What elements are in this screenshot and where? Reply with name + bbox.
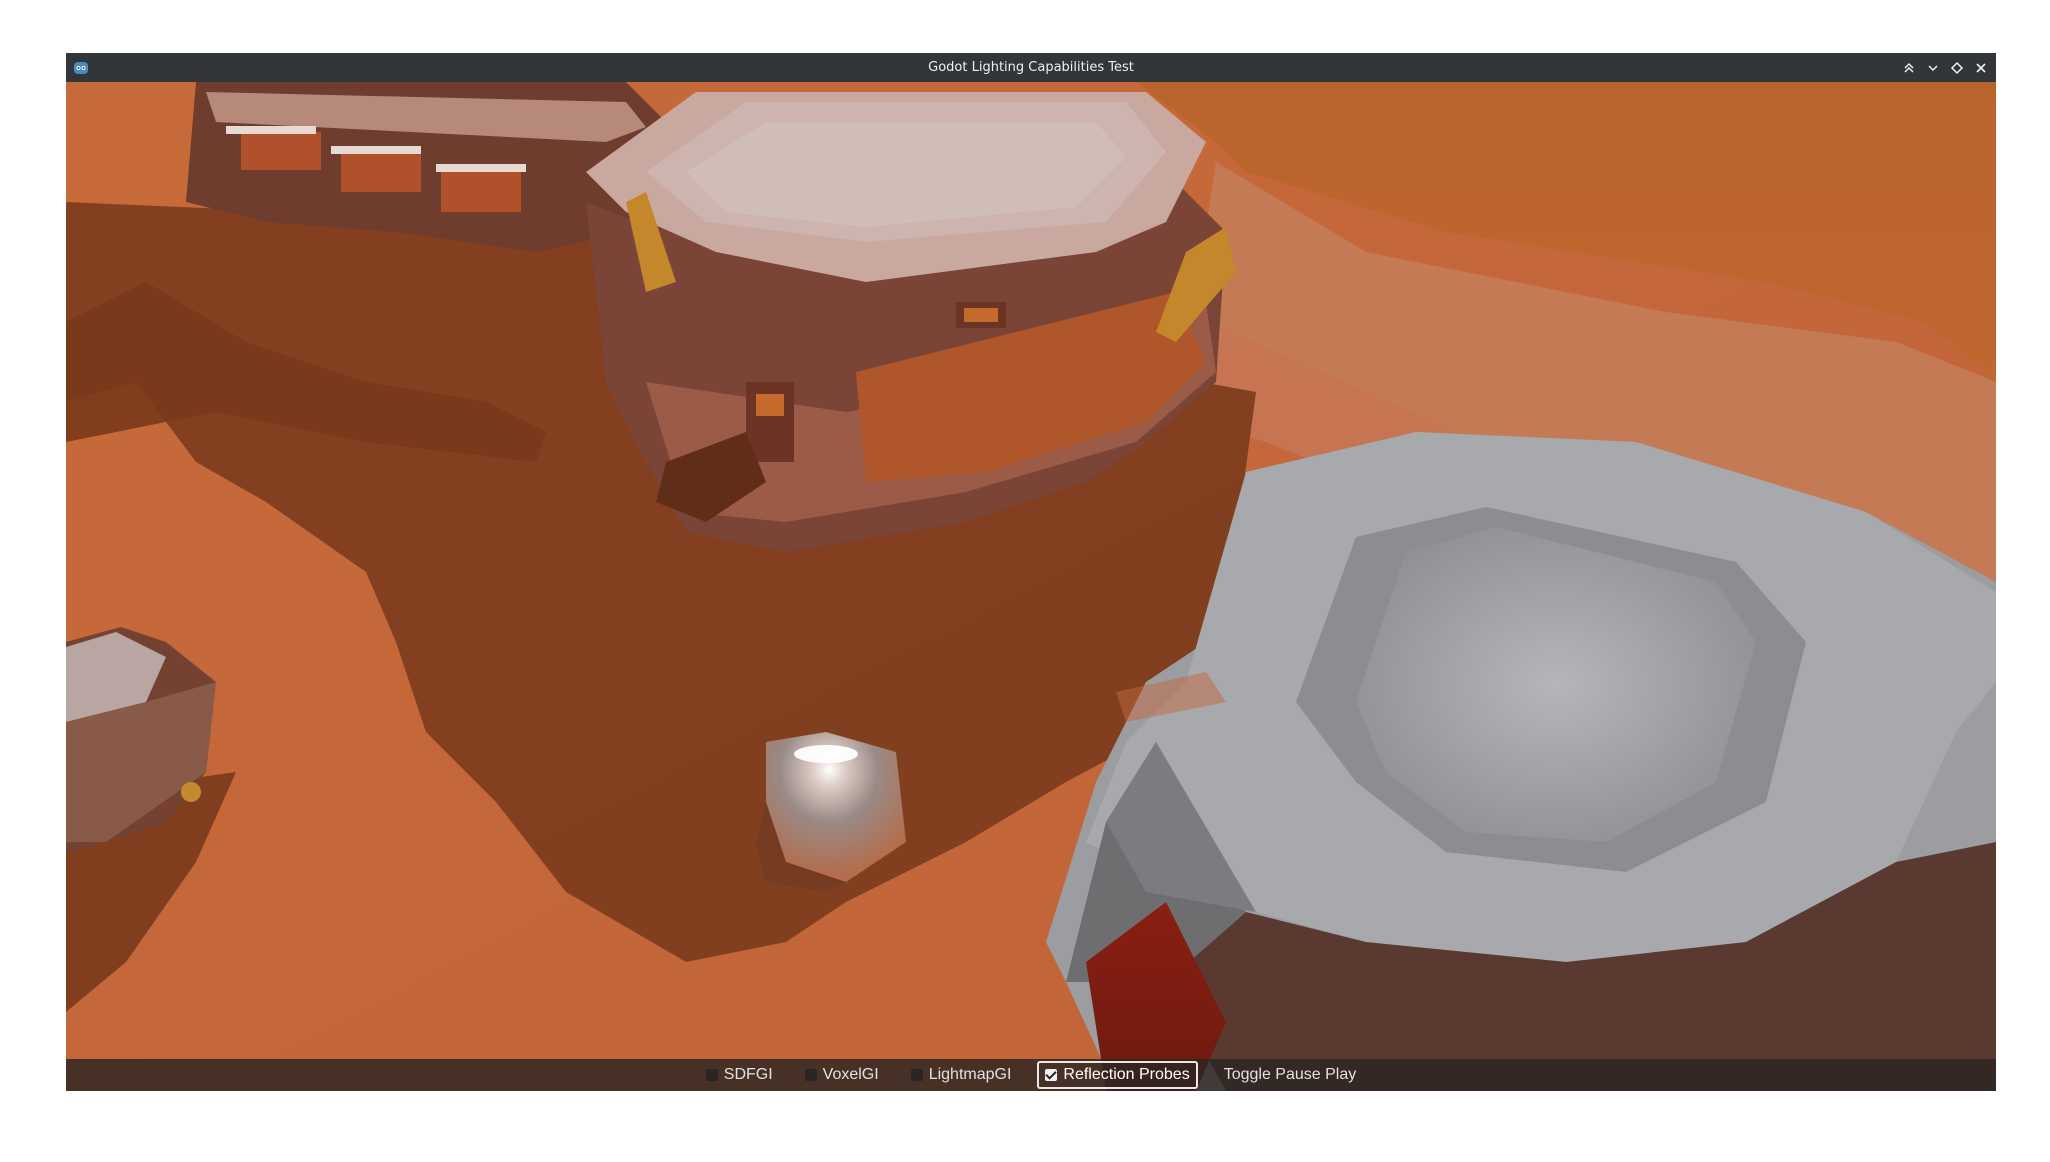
checkbox-unchecked-icon (804, 1069, 817, 1081)
checkbox-checked-icon (1045, 1069, 1058, 1081)
checkbox-unchecked-icon (910, 1069, 923, 1081)
toggle-pause-play-button[interactable]: Toggle Pause Play (1218, 1061, 1363, 1089)
sdfgi-label: SDFGI (723, 1066, 773, 1083)
window-controls (1899, 58, 1990, 78)
3d-scene (66, 82, 1996, 1091)
game-window: Godot Lighting Capabilities Test SDFGI V… (66, 53, 1996, 1091)
close-icon[interactable] (1971, 58, 1990, 77)
reflection-probes-checkbox[interactable]: Reflection Probes (1037, 1061, 1198, 1089)
sdfgi-checkbox[interactable]: SDFGI (700, 1061, 779, 1089)
minimize-icon[interactable] (1923, 58, 1942, 77)
voxelgi-checkbox[interactable]: VoxelGI (799, 1061, 885, 1089)
keep-above-icon[interactable] (1899, 58, 1918, 77)
maximize-icon[interactable] (1947, 58, 1966, 77)
lightmapgi-label: LightmapGI (928, 1066, 1012, 1083)
voxelgi-label: VoxelGI (822, 1066, 879, 1083)
reflection-probes-label: Reflection Probes (1063, 1066, 1190, 1083)
gi-toolbar: SDFGI VoxelGI LightmapGI Reflection Prob… (66, 1059, 1996, 1091)
checkbox-unchecked-icon (705, 1069, 718, 1081)
lightmapgi-checkbox[interactable]: LightmapGI (905, 1061, 1018, 1089)
game-viewport[interactable]: SDFGI VoxelGI LightmapGI Reflection Prob… (66, 82, 1996, 1091)
window-title: Godot Lighting Capabilities Test (928, 60, 1134, 75)
window-titlebar[interactable]: Godot Lighting Capabilities Test (66, 53, 1996, 83)
